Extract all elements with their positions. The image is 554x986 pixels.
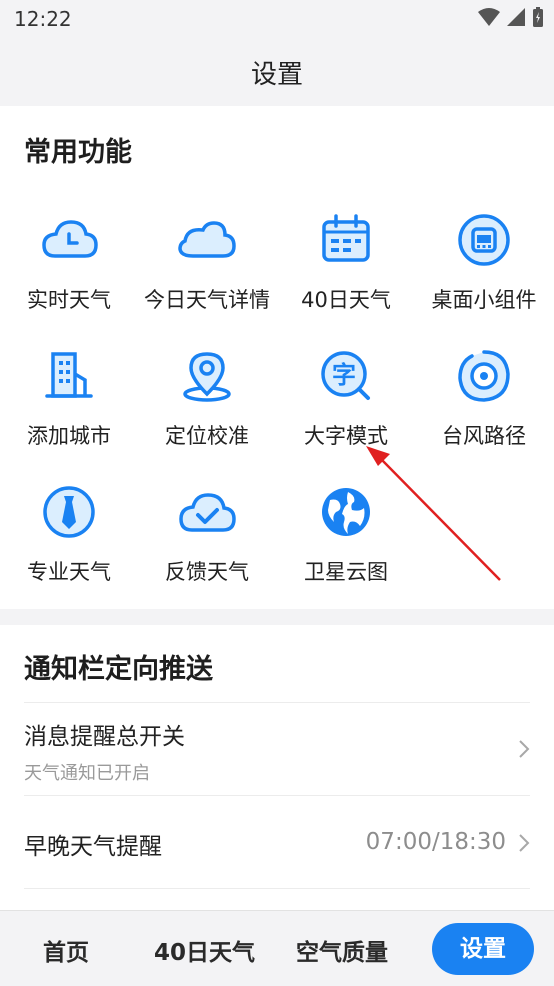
tab-air-quality[interactable]: 空气质量 <box>296 933 388 967</box>
tab-home[interactable]: 首页 <box>43 933 89 967</box>
master-switch-row[interactable]: 消息提醒总开关 天气通知已开启 <box>24 717 530 797</box>
master-switch-subtitle: 天气通知已开启 <box>24 763 150 784</box>
divider <box>24 702 530 703</box>
master-switch-title: 消息提醒总开关 <box>24 724 185 750</box>
section-title-notify: 通知栏定向推送 <box>24 654 213 685</box>
divider <box>24 888 530 889</box>
divider <box>24 795 530 796</box>
chevron-right-icon <box>519 834 530 852</box>
morning-evening-value: 07:00/18:30 <box>365 829 506 855</box>
tab-40-day[interactable]: 40日天气 <box>154 933 255 967</box>
bottom-tab-bar: 首页 40日天气 空气质量 设置 <box>0 910 554 986</box>
chevron-right-icon <box>519 740 530 758</box>
notification-card: 通知栏定向推送 消息提醒总开关 天气通知已开启 早晚天气提醒 07:00/18:… <box>0 625 554 910</box>
tab-settings[interactable]: 设置 <box>432 923 534 975</box>
